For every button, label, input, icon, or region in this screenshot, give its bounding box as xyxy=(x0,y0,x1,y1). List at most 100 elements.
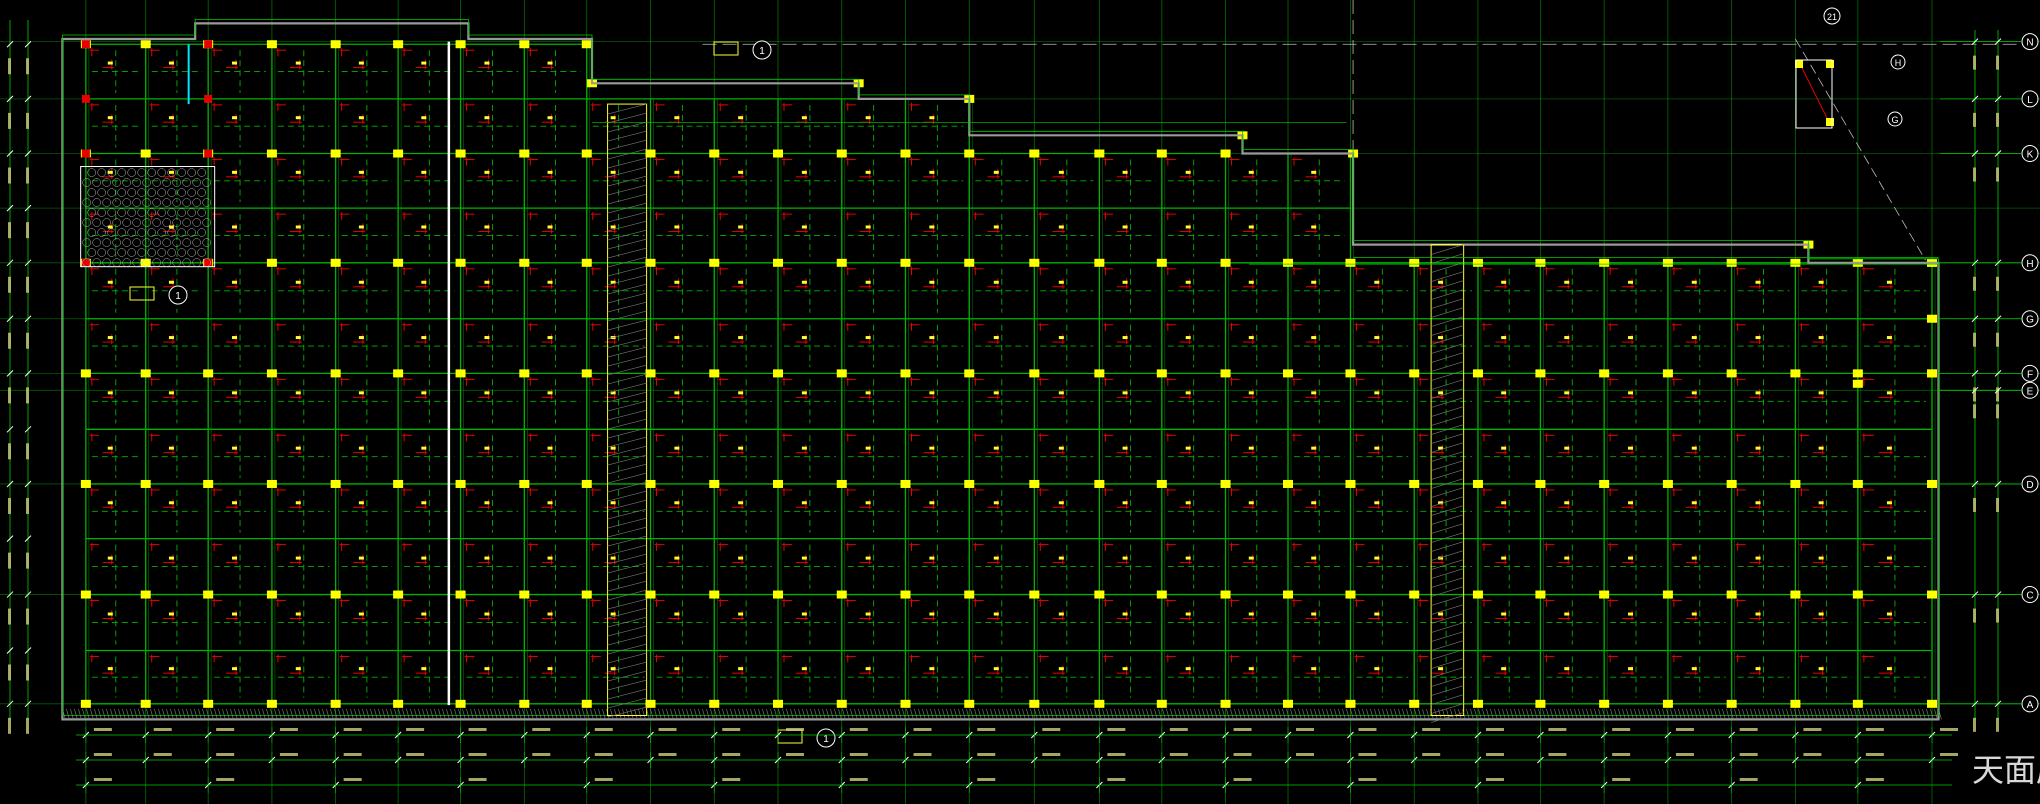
column xyxy=(455,369,466,378)
rebar-tag xyxy=(738,170,744,174)
hex-pattern xyxy=(112,198,121,207)
rebar-tag xyxy=(358,556,364,560)
hex-pattern xyxy=(167,248,176,257)
column xyxy=(455,590,466,599)
rebar-tag xyxy=(1886,667,1892,671)
joint-hatch xyxy=(607,544,647,556)
parapet-hatch xyxy=(1226,708,1230,720)
rebar-tag xyxy=(484,61,490,65)
parapet-hatch xyxy=(1634,708,1638,720)
parapet-hatch xyxy=(1542,708,1546,720)
parapet-hatch xyxy=(142,708,146,720)
hex-pattern xyxy=(192,218,201,227)
dimension-text-mark xyxy=(1107,728,1126,731)
rebar-tag xyxy=(1755,336,1761,340)
column xyxy=(1852,699,1863,708)
parapet-hatch xyxy=(902,708,906,720)
parapet-hatch xyxy=(1174,708,1178,720)
rebar-tag xyxy=(1248,336,1254,340)
parapet-hatch xyxy=(738,708,742,720)
parapet-hatch xyxy=(494,708,498,720)
dimension-text-mark xyxy=(1973,497,1976,512)
hex-pattern xyxy=(202,238,211,247)
hex-pattern xyxy=(97,168,106,177)
parapet-hatch xyxy=(1318,708,1322,720)
dimension-text-mark xyxy=(1973,608,1976,623)
rebar-tag xyxy=(1374,280,1380,284)
hex-pattern xyxy=(177,248,186,257)
column xyxy=(140,479,151,488)
parapet-hatch xyxy=(614,708,618,720)
rebar-tag xyxy=(421,667,427,671)
parapet-hatch xyxy=(1494,708,1498,720)
dimension-text-mark xyxy=(216,753,235,756)
hex-pattern xyxy=(82,198,91,207)
column xyxy=(1156,149,1167,158)
rebar-tag xyxy=(1564,446,1570,450)
parapet-hatch xyxy=(198,708,202,720)
rebar-tag xyxy=(610,116,616,120)
rebar-tag xyxy=(1311,446,1317,450)
parapet-hatch xyxy=(862,708,866,720)
dimension-text-mark xyxy=(468,753,487,756)
parapet-hatch xyxy=(202,708,206,720)
joint-hatch xyxy=(607,508,647,520)
parapet-hatch xyxy=(1758,708,1762,720)
rebar-tag xyxy=(168,170,174,174)
rebar-tag xyxy=(1501,280,1507,284)
rebar-tag xyxy=(738,556,744,560)
column xyxy=(773,479,784,488)
parapet-hatch xyxy=(346,708,350,720)
hex-pattern xyxy=(187,168,196,177)
rebar-tag xyxy=(232,116,238,120)
column xyxy=(1472,699,1483,708)
column xyxy=(1094,258,1105,267)
column xyxy=(1094,479,1105,488)
rebar-tag xyxy=(421,556,427,560)
column xyxy=(80,590,91,599)
parapet-hatch xyxy=(746,708,750,720)
parapet-hatch xyxy=(1814,708,1818,720)
rebar-tag xyxy=(1058,225,1064,229)
parapet-hatch xyxy=(1854,708,1858,720)
axis-grid-lines xyxy=(0,0,2040,804)
parapet-hatch xyxy=(1418,708,1422,720)
dimension-text-mark xyxy=(849,753,868,756)
parapet-hatch xyxy=(1574,708,1578,720)
column xyxy=(1790,258,1801,267)
joint-hatch xyxy=(607,139,647,151)
hex-pattern xyxy=(157,188,166,197)
joint-hatch xyxy=(607,688,647,700)
parapet-hatch xyxy=(526,708,530,720)
rebar-tag xyxy=(1248,612,1254,616)
column xyxy=(330,40,341,49)
rebar-tag xyxy=(1058,612,1064,616)
column xyxy=(393,479,404,488)
parapet-hatch xyxy=(1914,708,1918,720)
parapet-hatch xyxy=(698,708,702,720)
joint-hatch xyxy=(1431,433,1464,444)
dimension-text-mark xyxy=(1973,55,1976,70)
dimension-text-mark xyxy=(26,608,29,625)
hex-pattern xyxy=(132,178,141,187)
rebar-tag xyxy=(421,391,427,395)
parapet-hatch xyxy=(1450,708,1454,720)
rebar-tag xyxy=(358,667,364,671)
column xyxy=(1156,699,1167,708)
rebar-tag xyxy=(1185,391,1191,395)
corner-column xyxy=(81,149,90,158)
parapet-hatch xyxy=(1382,708,1386,720)
rebar-tag xyxy=(1058,556,1064,560)
parapet-hatch xyxy=(786,708,790,720)
rebar-tag xyxy=(358,391,364,395)
parapet-hatch xyxy=(1346,708,1350,720)
parapet-hatch xyxy=(1698,708,1702,720)
joint-hatch xyxy=(1431,415,1464,426)
parapet-hatch xyxy=(1842,708,1846,720)
dimension-text-mark xyxy=(1996,608,1999,623)
rebar-tag xyxy=(484,446,490,450)
rebar-tag xyxy=(1248,556,1254,560)
dimension-text-mark xyxy=(658,753,677,756)
hex-pattern xyxy=(157,248,166,257)
corner-column xyxy=(204,149,213,158)
